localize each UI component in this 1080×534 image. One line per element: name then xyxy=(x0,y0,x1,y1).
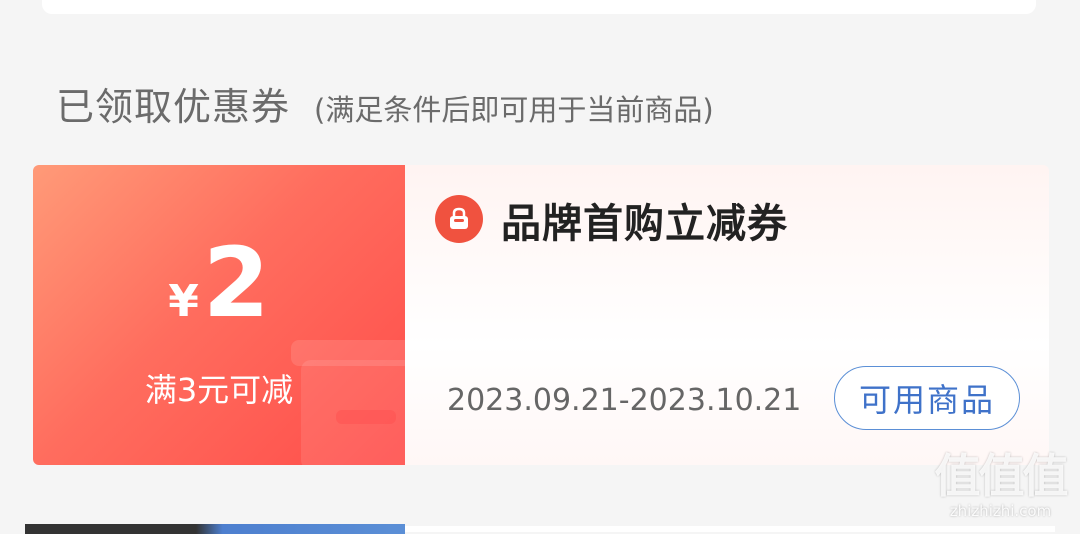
coupon-condition: 满3元可减 xyxy=(144,371,294,409)
coupon-value-panel: ¥2 满3元可减 xyxy=(33,165,405,465)
coupon-info-panel: 品牌首购立减券 2023.09.21-2023.10.21 可用商品 xyxy=(405,165,1049,465)
coupon-title: 品牌首购立减券 xyxy=(501,201,788,247)
section-header: 已领取优惠券 (满足条件后即可用于当前商品) xyxy=(56,76,714,129)
previous-card xyxy=(42,0,1036,14)
coupon-card[interactable]: ¥2 满3元可减 品牌首购立减券 2023.09.21-2023.10.21 可… xyxy=(33,165,1049,465)
coupon-validity: 2023.09.21-2023.10.21 xyxy=(447,383,802,418)
available-goods-button[interactable]: 可用商品 xyxy=(834,366,1020,430)
coupon-amount: ¥2 xyxy=(33,235,405,331)
amount-value: 2 xyxy=(202,227,270,339)
next-card-edge xyxy=(405,526,1055,532)
watermark-logo: 值值值 xyxy=(934,449,1069,503)
watermark-site: zhizhizhi.com xyxy=(949,502,1052,520)
next-coupon-edge xyxy=(25,524,405,534)
section-title: 已领取优惠券 xyxy=(56,85,291,129)
section-subtitle: (满足条件后即可用于当前商品) xyxy=(314,93,714,127)
currency-symbol: ¥ xyxy=(168,276,199,327)
watermark: 值值值 zhizhizhi.com xyxy=(928,450,1073,520)
bag-icon xyxy=(435,195,483,243)
